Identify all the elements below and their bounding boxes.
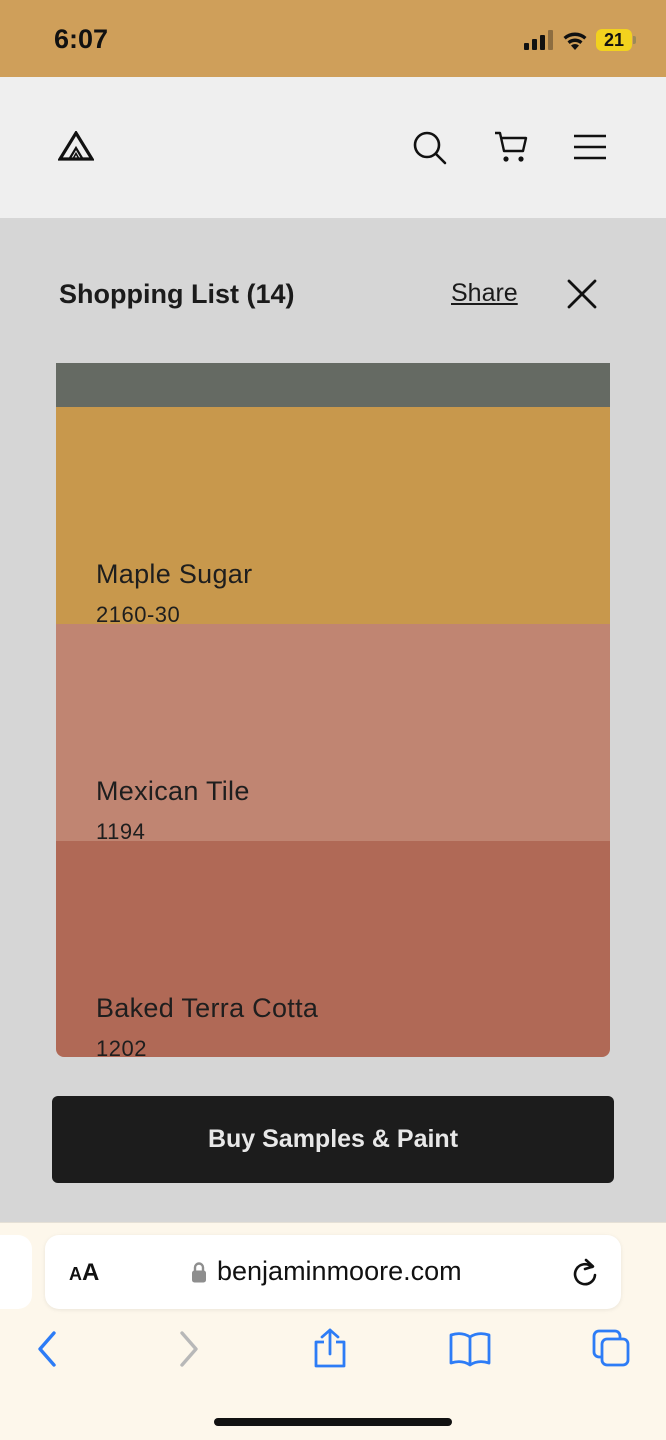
cart-icon[interactable] — [494, 130, 528, 164]
previous-tab-preview[interactable] — [0, 1235, 32, 1309]
status-bar: 6:07 21 — [0, 0, 666, 77]
status-time: 6:07 — [54, 24, 109, 54]
address-bar[interactable]: AA benjaminmoore.com — [45, 1235, 621, 1309]
back-icon[interactable] — [34, 1328, 60, 1370]
color-swatch[interactable] — [56, 363, 610, 407]
swatch-name: Baked Terra Cotta — [96, 993, 319, 1023]
url-text: benjaminmoore.com — [217, 1256, 462, 1286]
share-link[interactable]: Share — [451, 279, 518, 308]
home-indicator — [214, 1418, 452, 1426]
battery-indicator: 21 — [596, 29, 632, 51]
share-icon[interactable] — [312, 1328, 348, 1370]
reload-icon[interactable] — [571, 1257, 599, 1287]
bookmarks-icon[interactable] — [449, 1328, 491, 1370]
forward-icon[interactable] — [176, 1328, 202, 1370]
buy-samples-button[interactable]: Buy Samples & Paint — [52, 1096, 614, 1183]
menu-icon[interactable] — [573, 130, 607, 164]
color-swatch[interactable]: Mexican Tile 1194 — [56, 624, 610, 844]
text-size-button[interactable]: AA — [69, 1259, 99, 1287]
color-swatch[interactable]: Baked Terra Cotta 1202 — [56, 841, 610, 1057]
search-icon[interactable] — [412, 130, 448, 166]
swatch-name: Mexican Tile — [96, 776, 250, 806]
swatch-code: 1202 — [96, 1036, 147, 1057]
wifi-icon — [563, 32, 587, 50]
site-header — [0, 77, 666, 218]
shopping-list-title: Shopping List (14) — [59, 279, 295, 309]
cellular-signal-icon — [524, 30, 554, 50]
battery-tip — [633, 36, 636, 44]
color-swatch[interactable]: Maple Sugar 2160-30 — [56, 407, 610, 627]
tabs-icon[interactable] — [591, 1328, 631, 1370]
close-icon[interactable] — [566, 278, 598, 310]
benjamin-moore-logo-icon[interactable] — [58, 131, 94, 161]
color-swatch-list: Maple Sugar 2160-30 Mexican Tile 1194 Ba… — [56, 363, 610, 1057]
lock-icon — [192, 1262, 206, 1283]
swatch-name: Maple Sugar — [96, 559, 253, 589]
